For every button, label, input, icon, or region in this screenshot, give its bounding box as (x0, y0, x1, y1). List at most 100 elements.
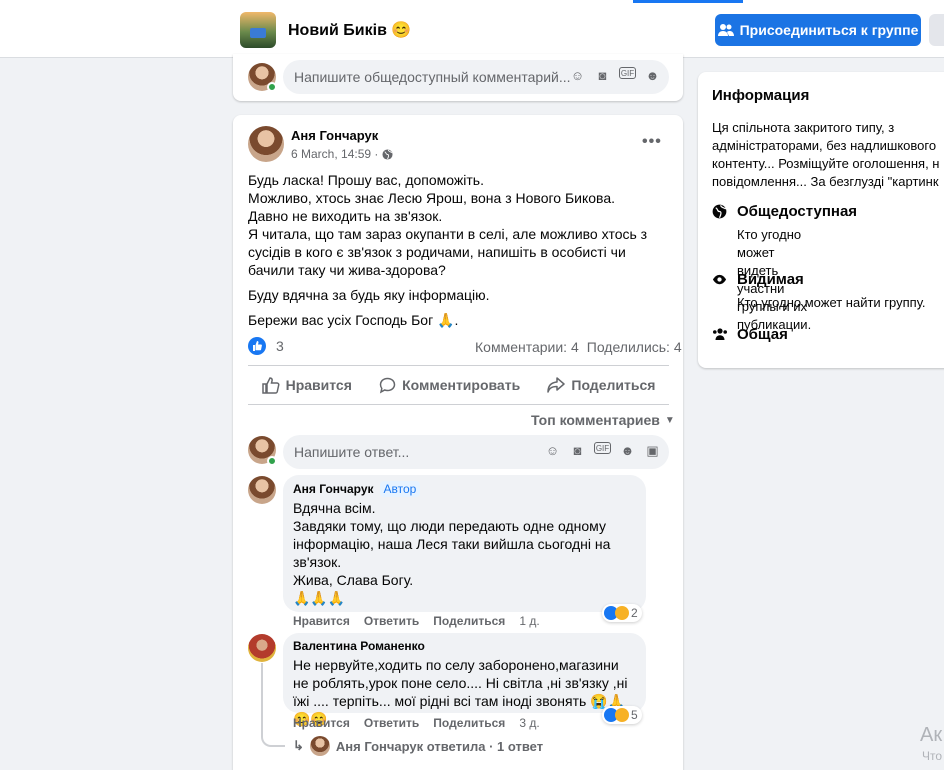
share-button[interactable]: Поделиться (547, 377, 655, 393)
comment-reply-link[interactable]: Ответить (364, 716, 419, 730)
more-options-button[interactable] (929, 14, 944, 46)
comment-author-avatar[interactable] (248, 476, 276, 504)
sort-label: Топ комментариев (531, 412, 660, 428)
comment-author-name[interactable]: Аня Гончарук (293, 482, 374, 496)
author-badge: Автор (379, 481, 421, 497)
activation-watermark: Ак (920, 724, 943, 746)
reply-summary: Аня Гончарук ответила · 1 ответ (335, 738, 544, 754)
privacy-heading: Общедоступная (737, 203, 858, 220)
reply-input[interactable]: Напишите ответ... ☺ ◙ GIF ☻ ▣ (283, 435, 669, 469)
comments-count[interactable]: Комментарии: 4 (475, 339, 579, 355)
activation-watermark-sub: Что (922, 749, 943, 763)
post-stats: Комментарии: 4 Поделились: 4 (475, 339, 682, 355)
comment-author: Аня Гончарук Автор (293, 481, 636, 497)
post-actions: Нравится Комментировать Поделиться (248, 371, 669, 399)
comment-time[interactable]: 3 д. (519, 716, 539, 730)
sad-reaction-icon (615, 708, 629, 722)
thread-line (261, 663, 285, 747)
post-timestamp: 6 March, 14:59 · (291, 147, 393, 161)
comment-reply-link[interactable]: Ответить (364, 614, 419, 628)
sticker-icon[interactable]: ☻ (644, 67, 661, 84)
active-tab-indicator (633, 0, 743, 3)
divider (248, 365, 669, 366)
comment-like-link[interactable]: Нравится (293, 716, 350, 730)
camera-icon[interactable]: ◙ (594, 67, 611, 84)
comment-bubble: Валентина Романенко Не нервуйте,ходить п… (283, 633, 646, 727)
post-time-text[interactable]: 6 March, 14:59 · (291, 147, 378, 161)
reply-author-avatar (309, 736, 330, 756)
shares-count[interactable]: Поделились: 4 (587, 339, 682, 355)
post-paragraph: Бережи вас усіх Господь Бог 🙏. (248, 312, 459, 328)
group-header-bar: Новий Биків 😊 Присоединиться к группе (0, 0, 944, 58)
post-reactions[interactable]: 3 (248, 337, 284, 355)
comment-reactions[interactable]: 2 (602, 604, 642, 622)
reply-tools: ☺ ◙ GIF ☻ ▣ (544, 442, 661, 459)
comment-reactions[interactable]: 5 (602, 706, 642, 724)
like-button[interactable]: Нравится (261, 376, 352, 394)
group-description-text: Ця спільнота закритого типу, з адміністр… (712, 120, 940, 189)
comment-share-link[interactable]: Поделиться (433, 716, 505, 730)
eye-icon (712, 272, 727, 290)
group-name[interactable]: Новий Биків 😊 (288, 20, 411, 40)
join-group-label: Присоединиться к группе (739, 22, 919, 38)
group-description: Ця спільнота закритого типу, з адміністр… (712, 119, 944, 191)
comment-label: Комментировать (402, 377, 521, 393)
join-group-button[interactable]: Присоединиться к группе (715, 14, 921, 46)
visibility-description: Кто угодно может найти группу. (737, 295, 926, 310)
online-indicator (267, 456, 277, 466)
comment-share-link[interactable]: Поделиться (433, 614, 505, 628)
comment-author-avatar[interactable] (248, 634, 276, 662)
post-paragraph: Буду вдячна за будь яку інформацію. (248, 287, 490, 303)
post-menu-button[interactable]: ••• (642, 133, 662, 151)
comment-bubble-icon (379, 377, 396, 393)
post-author-name[interactable]: Аня Гончарук (291, 128, 378, 143)
share-arrow-icon (547, 377, 566, 393)
comment-text: Вдячна всім. Завдяки тому, що люди перед… (293, 500, 611, 606)
care-reaction-icon (615, 606, 629, 620)
previous-post-card: Напишите общедоступный комментарий... ☺ … (233, 54, 683, 101)
share-label: Поделиться (571, 377, 656, 393)
reaction-count: 3 (276, 338, 284, 354)
like-reaction-icon (248, 337, 266, 355)
comment-actions: Нравится Ответить Поделиться 3 д. (293, 716, 540, 730)
info-card (698, 72, 944, 368)
globe-icon (712, 204, 727, 222)
camera-icon[interactable]: ◙ (569, 442, 586, 459)
general-heading: Общая (737, 326, 788, 343)
gif-icon[interactable]: GIF (594, 442, 611, 454)
globe-icon (382, 148, 393, 160)
reply-placeholder: Напишите ответ... (294, 444, 410, 460)
comment-sort-dropdown[interactable]: Топ комментариев ▼ (531, 412, 675, 428)
comment-author-name[interactable]: Валентина Романенко (293, 639, 636, 653)
info-title: Информация (712, 87, 810, 104)
like-label: Нравится (285, 377, 352, 393)
comment-placeholder: Напишите общедоступный комментарий... (294, 69, 571, 85)
chevron-down-icon: ▼ (664, 414, 675, 426)
comment-bubble: Аня Гончарук Автор Вдячна всім. Завдяки т… (283, 475, 646, 612)
comment-reaction-count: 2 (631, 606, 638, 620)
gif-icon[interactable]: GIF (619, 67, 636, 79)
thumbs-up-icon (261, 376, 280, 394)
comment-button[interactable]: Комментировать (379, 377, 520, 394)
group-cover-thumbnail[interactable] (240, 12, 276, 48)
people-plus-icon (717, 24, 734, 36)
comment-like-link[interactable]: Нравится (293, 614, 350, 628)
reply-arrow-icon: ↳ (293, 738, 304, 753)
emoji-icon[interactable]: ☺ (569, 67, 586, 84)
sticker-icon[interactable]: ☻ (619, 442, 636, 459)
divider (248, 404, 669, 405)
online-indicator (267, 82, 277, 92)
view-replies-link[interactable]: ↳ Аня Гончарук ответила · 1 ответ (293, 736, 543, 756)
post-body: Будь ласка! Прошу вас, допоможіть. Можли… (248, 171, 673, 336)
comment-actions: Нравится Ответить Поделиться 1 д. (293, 614, 540, 628)
public-comment-input[interactable]: Напишите общедоступный комментарий... ☺ … (283, 60, 669, 94)
comment-reaction-count: 5 (631, 708, 638, 722)
comment-time[interactable]: 1 д. (519, 614, 539, 628)
people-icon (712, 327, 728, 344)
post-author-avatar[interactable] (248, 126, 284, 162)
emoji-icon[interactable]: ☺ (544, 442, 561, 459)
visibility-heading: Видимая (737, 271, 804, 288)
comment-tools: ☺ ◙ GIF ☻ (569, 67, 661, 84)
post-paragraph: Будь ласка! Прошу вас, допоможіть. Можли… (248, 172, 648, 278)
avatar-sticker-icon[interactable]: ▣ (644, 442, 661, 459)
